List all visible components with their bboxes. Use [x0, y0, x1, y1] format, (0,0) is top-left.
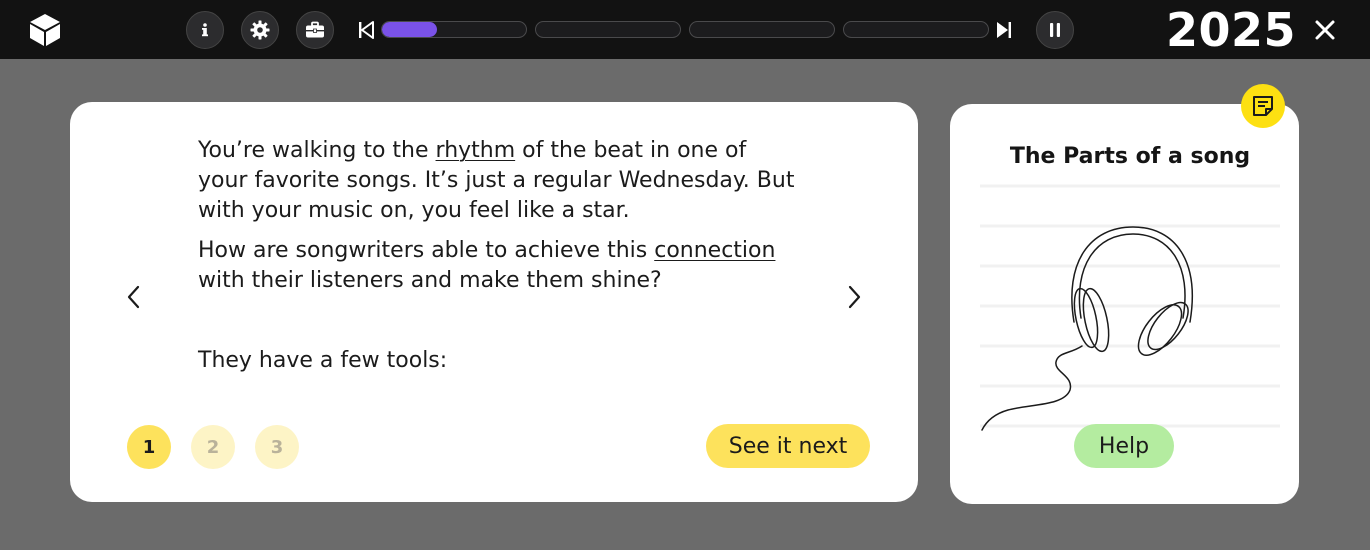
- text: with their listeners and make them shine…: [198, 268, 662, 293]
- headphones-illustration: [981, 226, 1194, 431]
- connection-link[interactable]: connection: [654, 238, 775, 263]
- tools-line: They have a few tools:: [198, 348, 448, 373]
- close-icon[interactable]: [1313, 18, 1337, 42]
- progress-segment-1[interactable]: [381, 21, 527, 38]
- gear-icon: [250, 20, 270, 40]
- side-card: The Parts of a song Help: [950, 104, 1299, 504]
- info-icon: [202, 23, 208, 37]
- settings-button[interactable]: [241, 11, 279, 49]
- page-dot-3[interactable]: 3: [255, 425, 299, 469]
- text: You’re walking to the: [198, 138, 436, 163]
- chevron-right-icon[interactable]: [844, 284, 864, 310]
- page-dot-1[interactable]: 1: [127, 425, 171, 469]
- paragraph-2: How are songwriters able to achieve this…: [198, 236, 798, 296]
- pause-icon: [1050, 23, 1060, 37]
- lesson-text: You’re walking to the rhythm of the beat…: [198, 136, 798, 306]
- see-it-next-button[interactable]: See it next: [706, 424, 870, 468]
- content-card: You’re walking to the rhythm of the beat…: [70, 102, 918, 502]
- progress-segment-4[interactable]: [843, 21, 989, 38]
- progress-fill: [382, 22, 437, 37]
- progress-segment-3[interactable]: [689, 21, 835, 38]
- text: How are songwriters able to achieve this: [198, 238, 655, 263]
- notes-icon: [1253, 96, 1273, 116]
- toolkit-button[interactable]: [296, 11, 334, 49]
- skip-back-icon[interactable]: [358, 21, 374, 39]
- briefcase-icon: [306, 21, 324, 38]
- chevron-left-icon[interactable]: [124, 284, 144, 310]
- paragraph-1: You’re walking to the rhythm of the beat…: [198, 136, 798, 226]
- cube-icon[interactable]: [28, 12, 62, 48]
- pause-button[interactable]: [1036, 11, 1074, 49]
- info-button[interactable]: [186, 11, 224, 49]
- page-dot-2[interactable]: 2: [191, 425, 235, 469]
- year-label: 2025: [1166, 3, 1297, 57]
- notes-button[interactable]: [1241, 84, 1285, 128]
- progress-segment-2[interactable]: [535, 21, 681, 38]
- side-title: The Parts of a song: [1009, 144, 1251, 169]
- skip-forward-icon[interactable]: [996, 21, 1012, 39]
- rhythm-link[interactable]: rhythm: [436, 138, 516, 163]
- top-bar: 2025: [0, 0, 1370, 59]
- help-button[interactable]: Help: [1074, 424, 1174, 468]
